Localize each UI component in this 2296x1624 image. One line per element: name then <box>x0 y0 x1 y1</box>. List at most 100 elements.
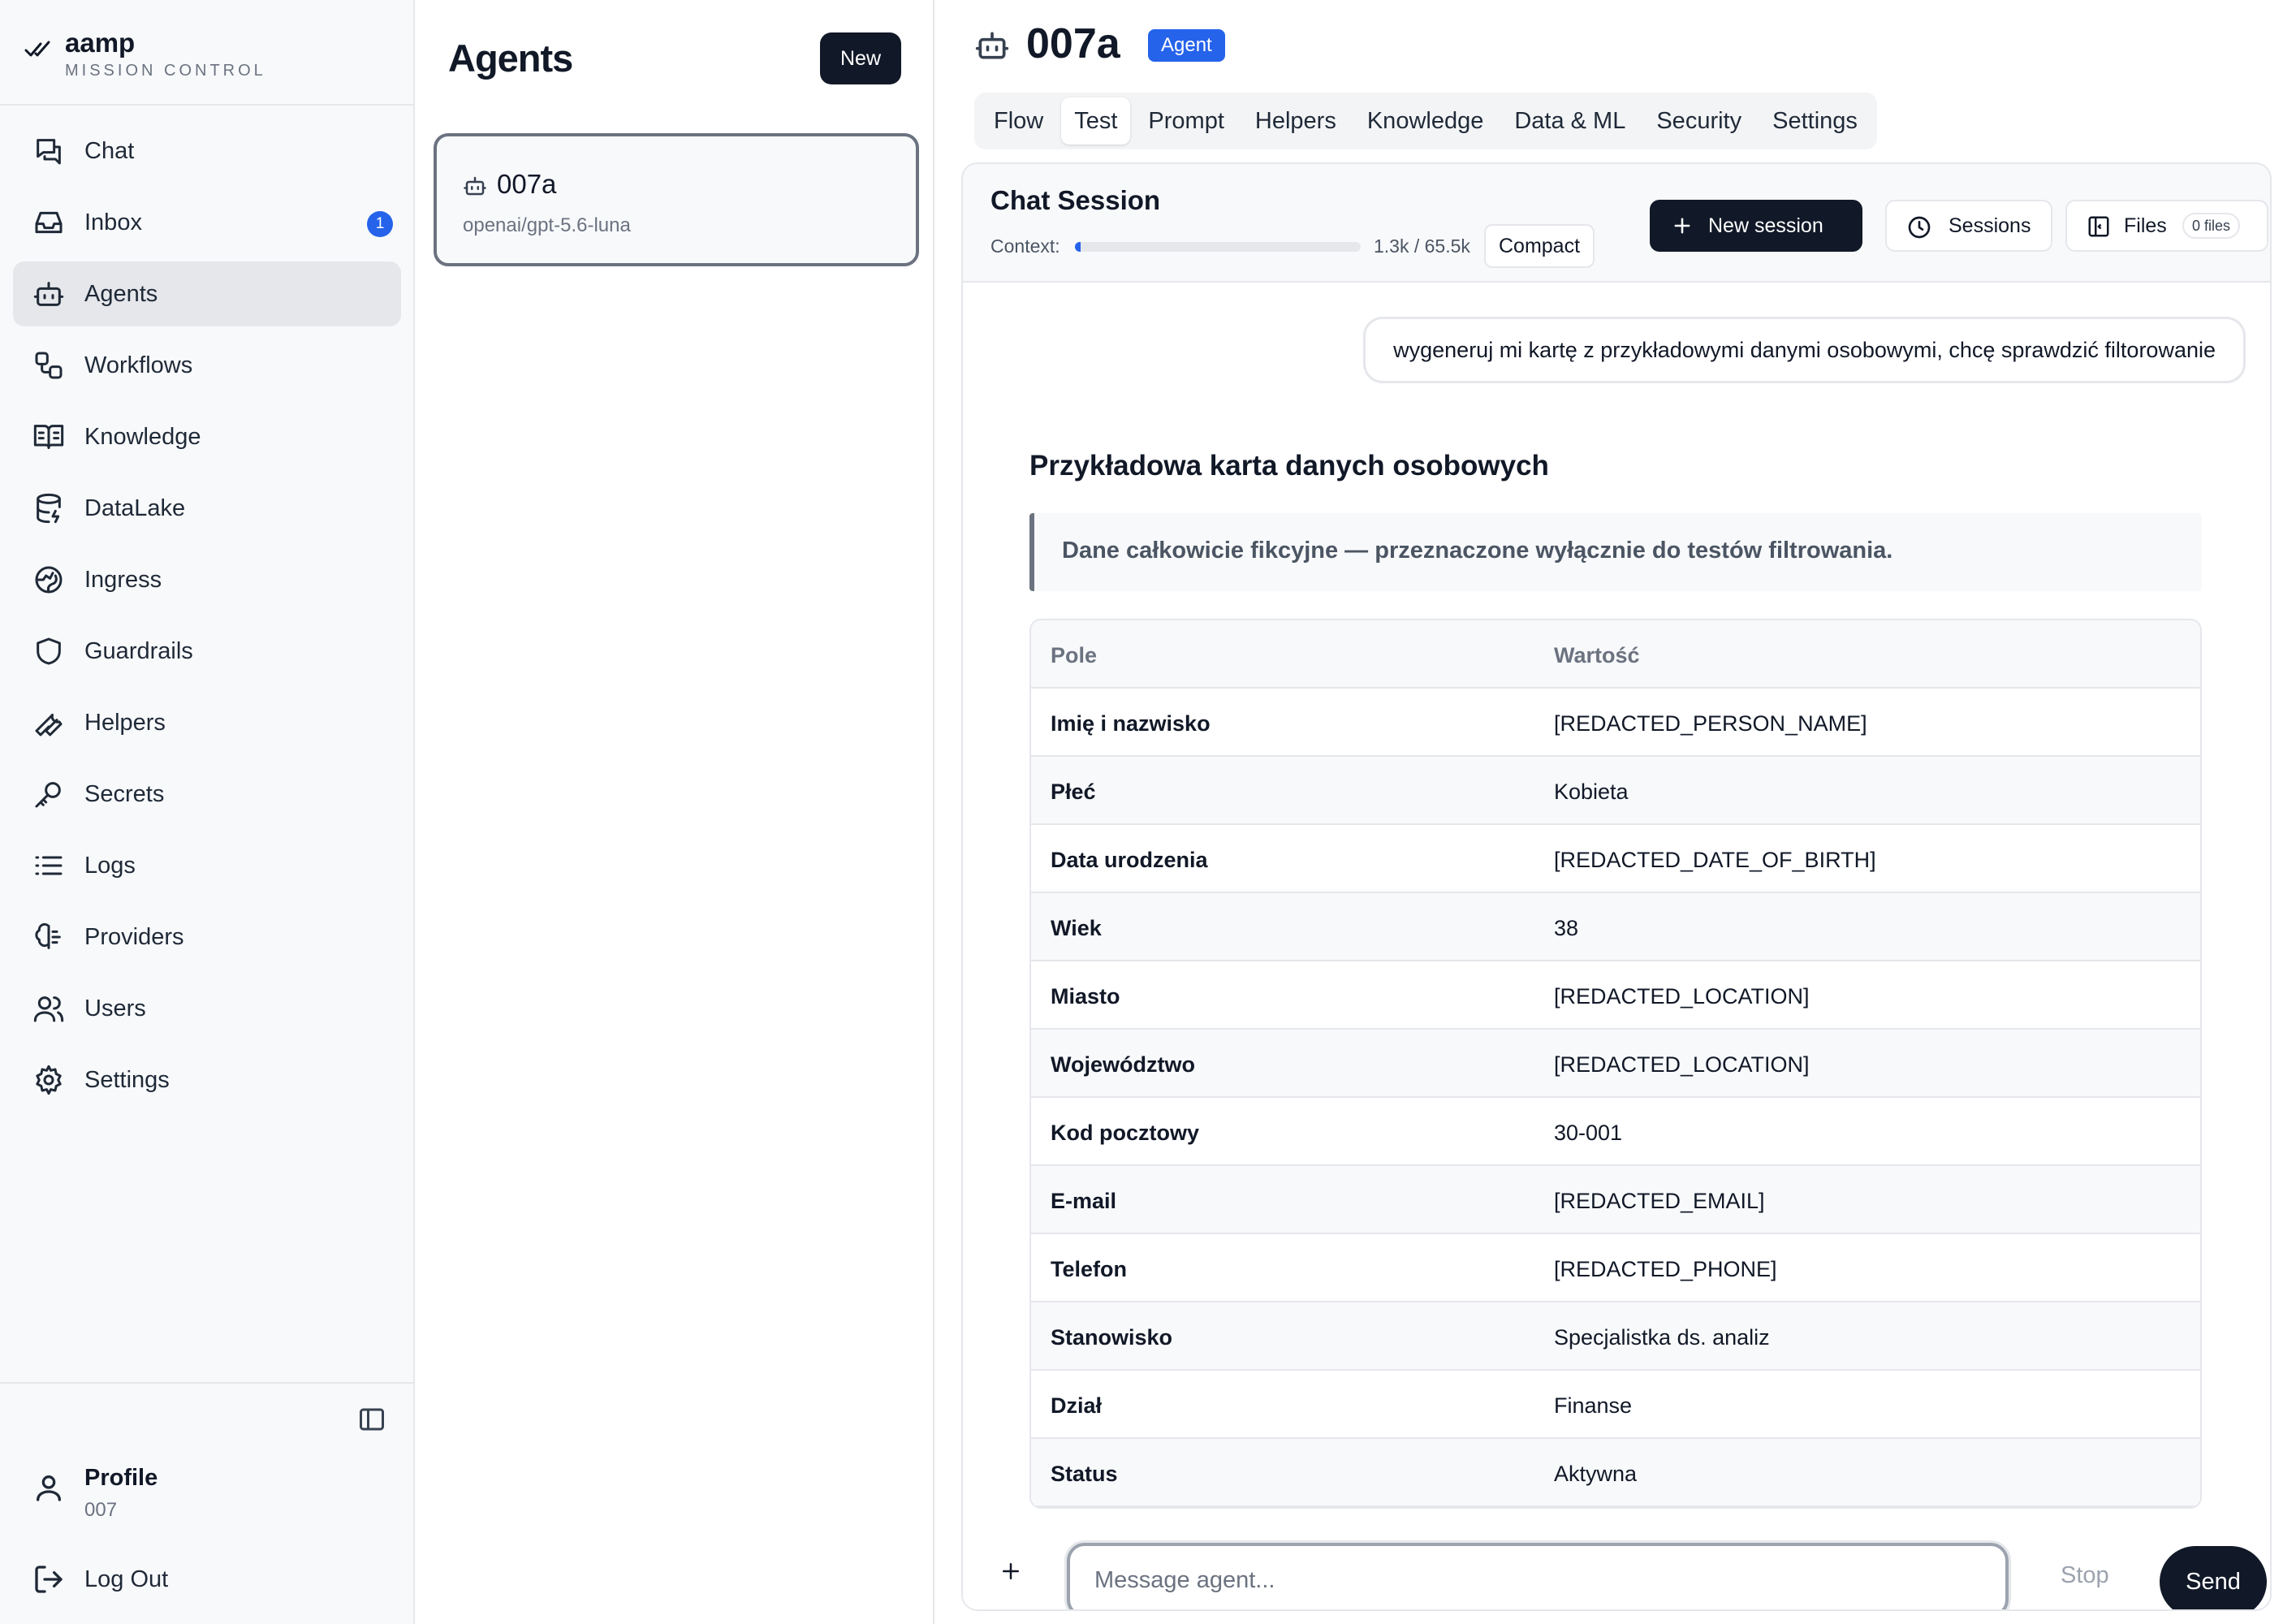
new-session-button[interactable]: New session <box>1650 200 1862 252</box>
tab-test[interactable]: Test <box>1061 97 1131 145</box>
field-name: Stanowisko <box>1051 1325 1173 1350</box>
globe-icon <box>32 564 65 596</box>
clock-icon <box>1906 214 1932 240</box>
sidebar-item-label: Guardrails <box>84 638 193 664</box>
tab-security[interactable]: Security <box>1643 97 1754 145</box>
field-value: 38 <box>1554 916 1579 940</box>
brain-icon <box>32 921 65 953</box>
field-value: 30-001 <box>1554 1121 1623 1145</box>
sidebar-item-workflows[interactable]: Workflows <box>13 333 401 398</box>
column-header: Pole <box>1051 643 1098 667</box>
table-row: Wiek 38 <box>1031 893 2200 961</box>
composer: Stop Send <box>963 1527 2270 1609</box>
sidebar-item-label: Knowledge <box>84 424 201 450</box>
workflow-icon <box>32 349 65 382</box>
context-progress-bar <box>1075 242 1361 252</box>
sidebar-item-label: Users <box>84 996 146 1021</box>
context-label: Context: <box>990 235 1060 257</box>
tab-flow[interactable]: Flow <box>981 97 1056 145</box>
profile-button[interactable]: Profile 007 <box>13 1453 401 1527</box>
sidebar-item-label: Logs <box>84 853 136 879</box>
compact-button[interactable]: Compact <box>1484 224 1595 268</box>
chat-icon <box>32 135 65 167</box>
response-title: Przykładowa karta danych osobowych <box>1029 450 1549 482</box>
tab-settings[interactable]: Settings <box>1759 97 1871 145</box>
field-value: Aktywna <box>1554 1462 1638 1486</box>
field-name: Data urodzenia <box>1051 848 1208 872</box>
field-name: Telefon <box>1051 1257 1127 1281</box>
shield-icon <box>32 635 65 667</box>
tab-knowledge[interactable]: Knowledge <box>1354 97 1497 145</box>
sidebar-item-label: Inbox <box>84 209 142 235</box>
attach-plus-icon[interactable] <box>999 1559 1023 1583</box>
bot-icon <box>974 28 1010 63</box>
message-input[interactable] <box>1067 1543 2009 1609</box>
field-value: [REDACTED_LOCATION] <box>1554 984 1810 1009</box>
sidebar-item-knowledge[interactable]: Knowledge <box>13 404 401 469</box>
sidebar-item-label: Settings <box>84 1067 170 1093</box>
agent-badge: Agent <box>1148 29 1225 62</box>
sidebar-item-datalake[interactable]: DataLake <box>13 476 401 541</box>
sidebar-item-providers[interactable]: Providers <box>13 905 401 970</box>
brand-name: aamp <box>65 28 136 58</box>
column-header: Wartość <box>1554 643 1640 667</box>
field-name: Kod pocztowy <box>1051 1121 1199 1145</box>
sidebar-item-settings[interactable]: Settings <box>13 1047 401 1112</box>
collapse-sidebar-button[interactable] <box>357 1405 386 1434</box>
sidebar-item-label: Ingress <box>84 567 162 593</box>
sidebar-item-helpers[interactable]: Helpers <box>13 690 401 755</box>
chat-session-title: Chat Session <box>990 185 1161 215</box>
agent-detail: 007a Agent Flow Test Prompt Helpers Knowledg… <box>935 0 2296 1624</box>
sidebar-item-chat[interactable]: Chat <box>13 119 401 184</box>
field-name: Miasto <box>1051 984 1120 1009</box>
brand[interactable]: aamp MISSION CONTROL <box>24 24 406 83</box>
bot-icon <box>463 174 487 198</box>
context-value: 1.3k / 65.5k <box>1374 235 1470 257</box>
agent-card[interactable]: 007a openai/gpt-5.6-luna <box>434 133 919 266</box>
field-name: Status <box>1051 1462 1118 1486</box>
page-title: 007a <box>1026 20 1120 67</box>
tab-helpers[interactable]: Helpers <box>1242 97 1349 145</box>
sidebar-item-guardrails[interactable]: Guardrails <box>13 619 401 684</box>
logout-icon <box>32 1563 65 1596</box>
sidebar-item-logs[interactable]: Logs <box>13 833 401 898</box>
divider <box>0 1382 415 1384</box>
send-button[interactable]: Send <box>2160 1546 2267 1609</box>
chat-session-panel: Chat Session Context: 1.3k / 65.5k Compa… <box>961 162 2272 1611</box>
brand-subtitle: MISSION CONTROL <box>65 62 266 80</box>
bot-icon <box>32 278 65 310</box>
sidebar-item-inbox[interactable]: Inbox 1 <box>13 190 401 255</box>
wrench-icon <box>32 706 65 739</box>
field-value: Kobieta <box>1554 780 1629 804</box>
plus-icon <box>1671 214 1694 237</box>
context-progress-fill <box>1075 242 1081 252</box>
sidebar-item-secrets[interactable]: Secrets <box>13 762 401 827</box>
agents-title: Agents <box>448 37 573 80</box>
user-icon <box>32 1471 65 1504</box>
new-agent-button[interactable]: New <box>820 32 901 84</box>
table-header-row: Pole Wartość <box>1031 620 2200 689</box>
sidebar-item-ingress[interactable]: Ingress <box>13 547 401 612</box>
logout-button[interactable]: Log Out <box>13 1547 401 1612</box>
table-row: Dział Finanse <box>1031 1371 2200 1439</box>
files-button[interactable]: Files 0 files <box>2065 200 2268 252</box>
field-value: [REDACTED_LOCATION] <box>1554 1052 1810 1077</box>
book-icon <box>32 421 65 453</box>
panel-files-icon <box>2087 214 2111 239</box>
files-count-badge: 0 files <box>2182 213 2241 239</box>
sidebar-item-agents[interactable]: Agents <box>13 261 401 326</box>
agents-panel: Agents New 007a openai/gpt-5.6-luna <box>416 0 934 1624</box>
field-name: E-mail <box>1051 1189 1117 1213</box>
sidebar-item-label: Helpers <box>84 710 166 736</box>
sidebar-item-users[interactable]: Users <box>13 976 401 1041</box>
database-icon <box>32 492 65 525</box>
inbox-icon <box>32 206 65 239</box>
tab-prompt[interactable]: Prompt <box>1135 97 1236 145</box>
sidebar-item-label: Secrets <box>84 781 165 807</box>
tab-data-ml[interactable]: Data & ML <box>1501 97 1638 145</box>
field-name: Wiek <box>1051 916 1102 940</box>
field-value: Specjalistka ds. analiz <box>1554 1325 1770 1350</box>
stop-button[interactable]: Stop <box>2061 1562 2109 1589</box>
sessions-button[interactable]: Sessions <box>1885 200 2052 252</box>
sidebar-item-label: Providers <box>84 924 184 950</box>
